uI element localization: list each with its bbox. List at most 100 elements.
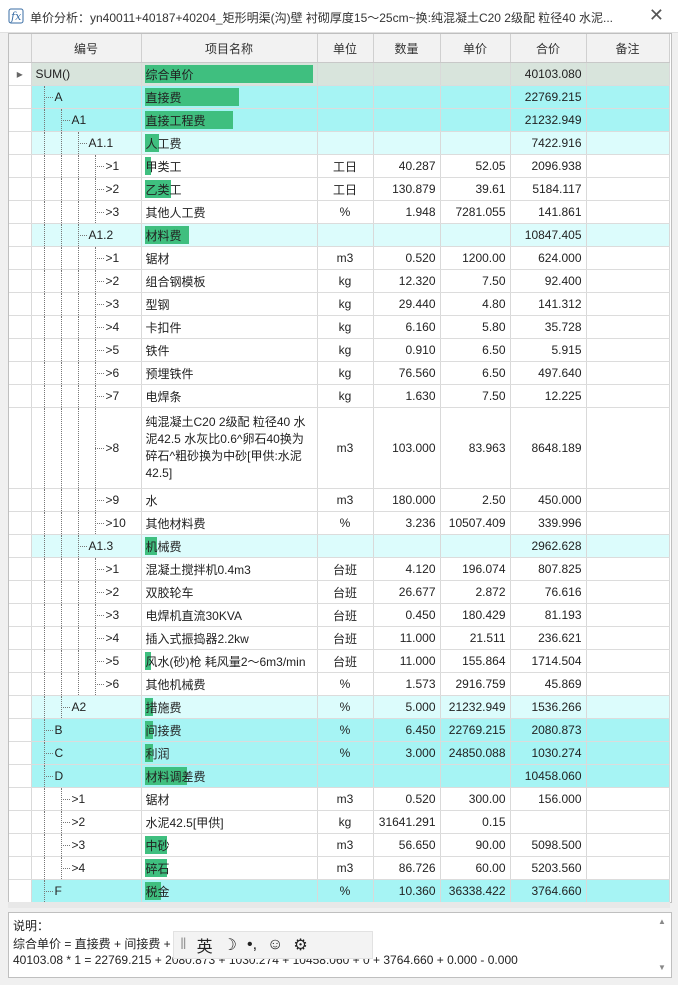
price-cell[interactable]: 155.864 xyxy=(440,649,511,673)
qty-cell[interactable]: 11.000 xyxy=(373,626,441,650)
item-name-cell[interactable]: 乙类工 xyxy=(141,177,318,201)
code-cell[interactable]: >1 xyxy=(31,557,142,581)
total-cell[interactable]: 497.640 xyxy=(510,361,587,385)
remark-cell[interactable] xyxy=(586,511,670,535)
total-cell[interactable]: 8648.189 xyxy=(510,407,587,489)
unit-cell[interactable]: 台班 xyxy=(317,626,374,650)
row-indicator[interactable] xyxy=(9,223,32,247)
item-name-cell[interactable]: 风水(砂)枪 耗风量2～6m3/min xyxy=(141,649,318,673)
qty-cell[interactable]: 10.360 xyxy=(373,879,441,902)
total-cell[interactable]: 7422.916 xyxy=(510,131,587,155)
row-indicator[interactable] xyxy=(9,511,32,535)
remark-cell[interactable] xyxy=(586,603,670,627)
item-name-cell[interactable]: 型钢 xyxy=(141,292,318,316)
table-row[interactable]: >7 电焊条 kg 1.630 7.50 12.225 xyxy=(9,384,670,408)
horizontal-scrollbar[interactable] xyxy=(8,902,670,908)
total-cell[interactable]: 10458.060 xyxy=(510,764,587,788)
price-cell[interactable] xyxy=(440,62,511,86)
code-cell[interactable]: >1 xyxy=(31,246,142,270)
table-row[interactable]: >1 混凝土搅拌机0.4m3 台班 4.120 196.074 807.825 xyxy=(9,557,670,581)
code-cell[interactable]: >6 xyxy=(31,672,142,696)
unit-cell[interactable]: 台班 xyxy=(317,557,374,581)
price-cell[interactable]: 60.00 xyxy=(440,856,511,880)
price-cell[interactable]: 7.50 xyxy=(440,384,511,408)
code-cell[interactable]: A xyxy=(31,85,142,109)
item-name-cell[interactable]: 混凝土搅拌机0.4m3 xyxy=(141,557,318,581)
qty-cell[interactable]: 130.879 xyxy=(373,177,441,201)
table-row[interactable]: >2 组合钢模板 kg 12.320 7.50 92.400 xyxy=(9,269,670,293)
price-cell[interactable]: 6.50 xyxy=(440,361,511,385)
ime-lang-toggle[interactable]: 英 xyxy=(197,933,213,957)
item-name-cell[interactable]: 中砂 xyxy=(141,833,318,857)
qty-cell[interactable]: 0.520 xyxy=(373,246,441,270)
table-row[interactable]: A1.1 人工费 7422.916 xyxy=(9,131,670,155)
code-cell[interactable]: A1 xyxy=(31,108,142,132)
row-indicator[interactable] xyxy=(9,338,32,362)
close-icon[interactable]: ✕ xyxy=(649,5,664,25)
total-cell[interactable]: 624.000 xyxy=(510,246,587,270)
table-row[interactable]: >5 铁件 kg 0.910 6.50 5.915 xyxy=(9,338,670,362)
unit-cell[interactable]: 工日 xyxy=(317,177,374,201)
code-cell[interactable]: >3 xyxy=(31,200,142,224)
qty-cell[interactable]: 1.573 xyxy=(373,672,441,696)
row-indicator[interactable] xyxy=(9,741,32,765)
table-row[interactable]: >3 型钢 kg 29.440 4.80 141.312 xyxy=(9,292,670,316)
item-name-cell[interactable]: 机械费 xyxy=(141,534,318,558)
table-row[interactable]: A1.2 材料费 10847.405 xyxy=(9,223,670,247)
qty-cell[interactable]: 1.948 xyxy=(373,200,441,224)
qty-cell[interactable] xyxy=(373,223,441,247)
table-row[interactable]: >4 插入式振捣器2.2kw 台班 11.000 21.511 236.621 xyxy=(9,626,670,650)
unit-cell[interactable]: 台班 xyxy=(317,649,374,673)
col-unit-header[interactable]: 单位 xyxy=(317,34,374,63)
table-row[interactable]: >3 电焊机直流30KVA 台班 0.450 180.429 81.193 xyxy=(9,603,670,627)
row-indicator[interactable] xyxy=(9,200,32,224)
total-cell[interactable]: 3764.660 xyxy=(510,879,587,902)
total-cell[interactable]: 5203.560 xyxy=(510,856,587,880)
code-cell[interactable]: >9 xyxy=(31,488,142,512)
item-name-cell[interactable]: 税金 xyxy=(141,879,318,902)
price-cell[interactable]: 83.963 xyxy=(440,407,511,489)
total-cell[interactable]: 807.825 xyxy=(510,557,587,581)
price-cell[interactable]: 90.00 xyxy=(440,833,511,857)
price-cell[interactable] xyxy=(440,131,511,155)
table-row[interactable]: >6 其他机械费% 1.573 2916.759 45.869 xyxy=(9,672,670,696)
price-cell[interactable]: 52.05 xyxy=(440,154,511,178)
price-cell[interactable]: 2.872 xyxy=(440,580,511,604)
code-cell[interactable]: >2 xyxy=(31,269,142,293)
unit-cell[interactable]: 台班 xyxy=(317,580,374,604)
unit-cell[interactable]: % xyxy=(317,695,374,719)
price-cell[interactable]: 7281.055 xyxy=(440,200,511,224)
row-indicator[interactable] xyxy=(9,626,32,650)
code-cell[interactable]: >3 xyxy=(31,292,142,316)
qty-cell[interactable]: 3.236 xyxy=(373,511,441,535)
total-cell[interactable]: 1030.274 xyxy=(510,741,587,765)
remark-cell[interactable] xyxy=(586,626,670,650)
description-scrollbar[interactable]: ▲ ▼ xyxy=(655,915,669,975)
price-cell[interactable]: 2916.759 xyxy=(440,672,511,696)
remark-cell[interactable] xyxy=(586,833,670,857)
code-cell[interactable]: >2 xyxy=(31,177,142,201)
remark-cell[interactable] xyxy=(586,315,670,339)
price-cell[interactable]: 36338.422 xyxy=(440,879,511,902)
qty-cell[interactable] xyxy=(373,534,441,558)
row-indicator[interactable] xyxy=(9,269,32,293)
code-cell[interactable]: A2 xyxy=(31,695,142,719)
item-name-cell[interactable]: 综合单价 xyxy=(141,62,318,86)
item-name-cell[interactable]: 铁件 xyxy=(141,338,318,362)
remark-cell[interactable] xyxy=(586,718,670,742)
qty-cell[interactable]: 31641.291 xyxy=(373,810,441,834)
total-cell[interactable]: 156.000 xyxy=(510,787,587,811)
unit-cell[interactable]: % xyxy=(317,672,374,696)
price-cell[interactable]: 0.15 xyxy=(440,810,511,834)
row-indicator[interactable] xyxy=(9,384,32,408)
table-row[interactable]: >5 风水(砂)枪 耗风量2～6m3/min 台班 11.000 155.864 1714… xyxy=(9,649,670,673)
code-cell[interactable]: B xyxy=(31,718,142,742)
price-cell[interactable]: 4.80 xyxy=(440,292,511,316)
total-cell[interactable]: 35.728 xyxy=(510,315,587,339)
table-row[interactable]: >8 纯混凝土C20 2级配 粒径40 水泥42.5 水灰比0.6^卵石40换为碎… xyxy=(9,407,670,489)
table-row[interactable]: C 利润% 3.000 24850.088 1030.274 xyxy=(9,741,670,765)
item-name-cell[interactable]: 措施费 xyxy=(141,695,318,719)
unit-cell[interactable]: kg xyxy=(317,269,374,293)
remark-cell[interactable] xyxy=(586,488,670,512)
table-row[interactable]: >1 锯材 m3 0.520 300.00 156.000 xyxy=(9,787,670,811)
